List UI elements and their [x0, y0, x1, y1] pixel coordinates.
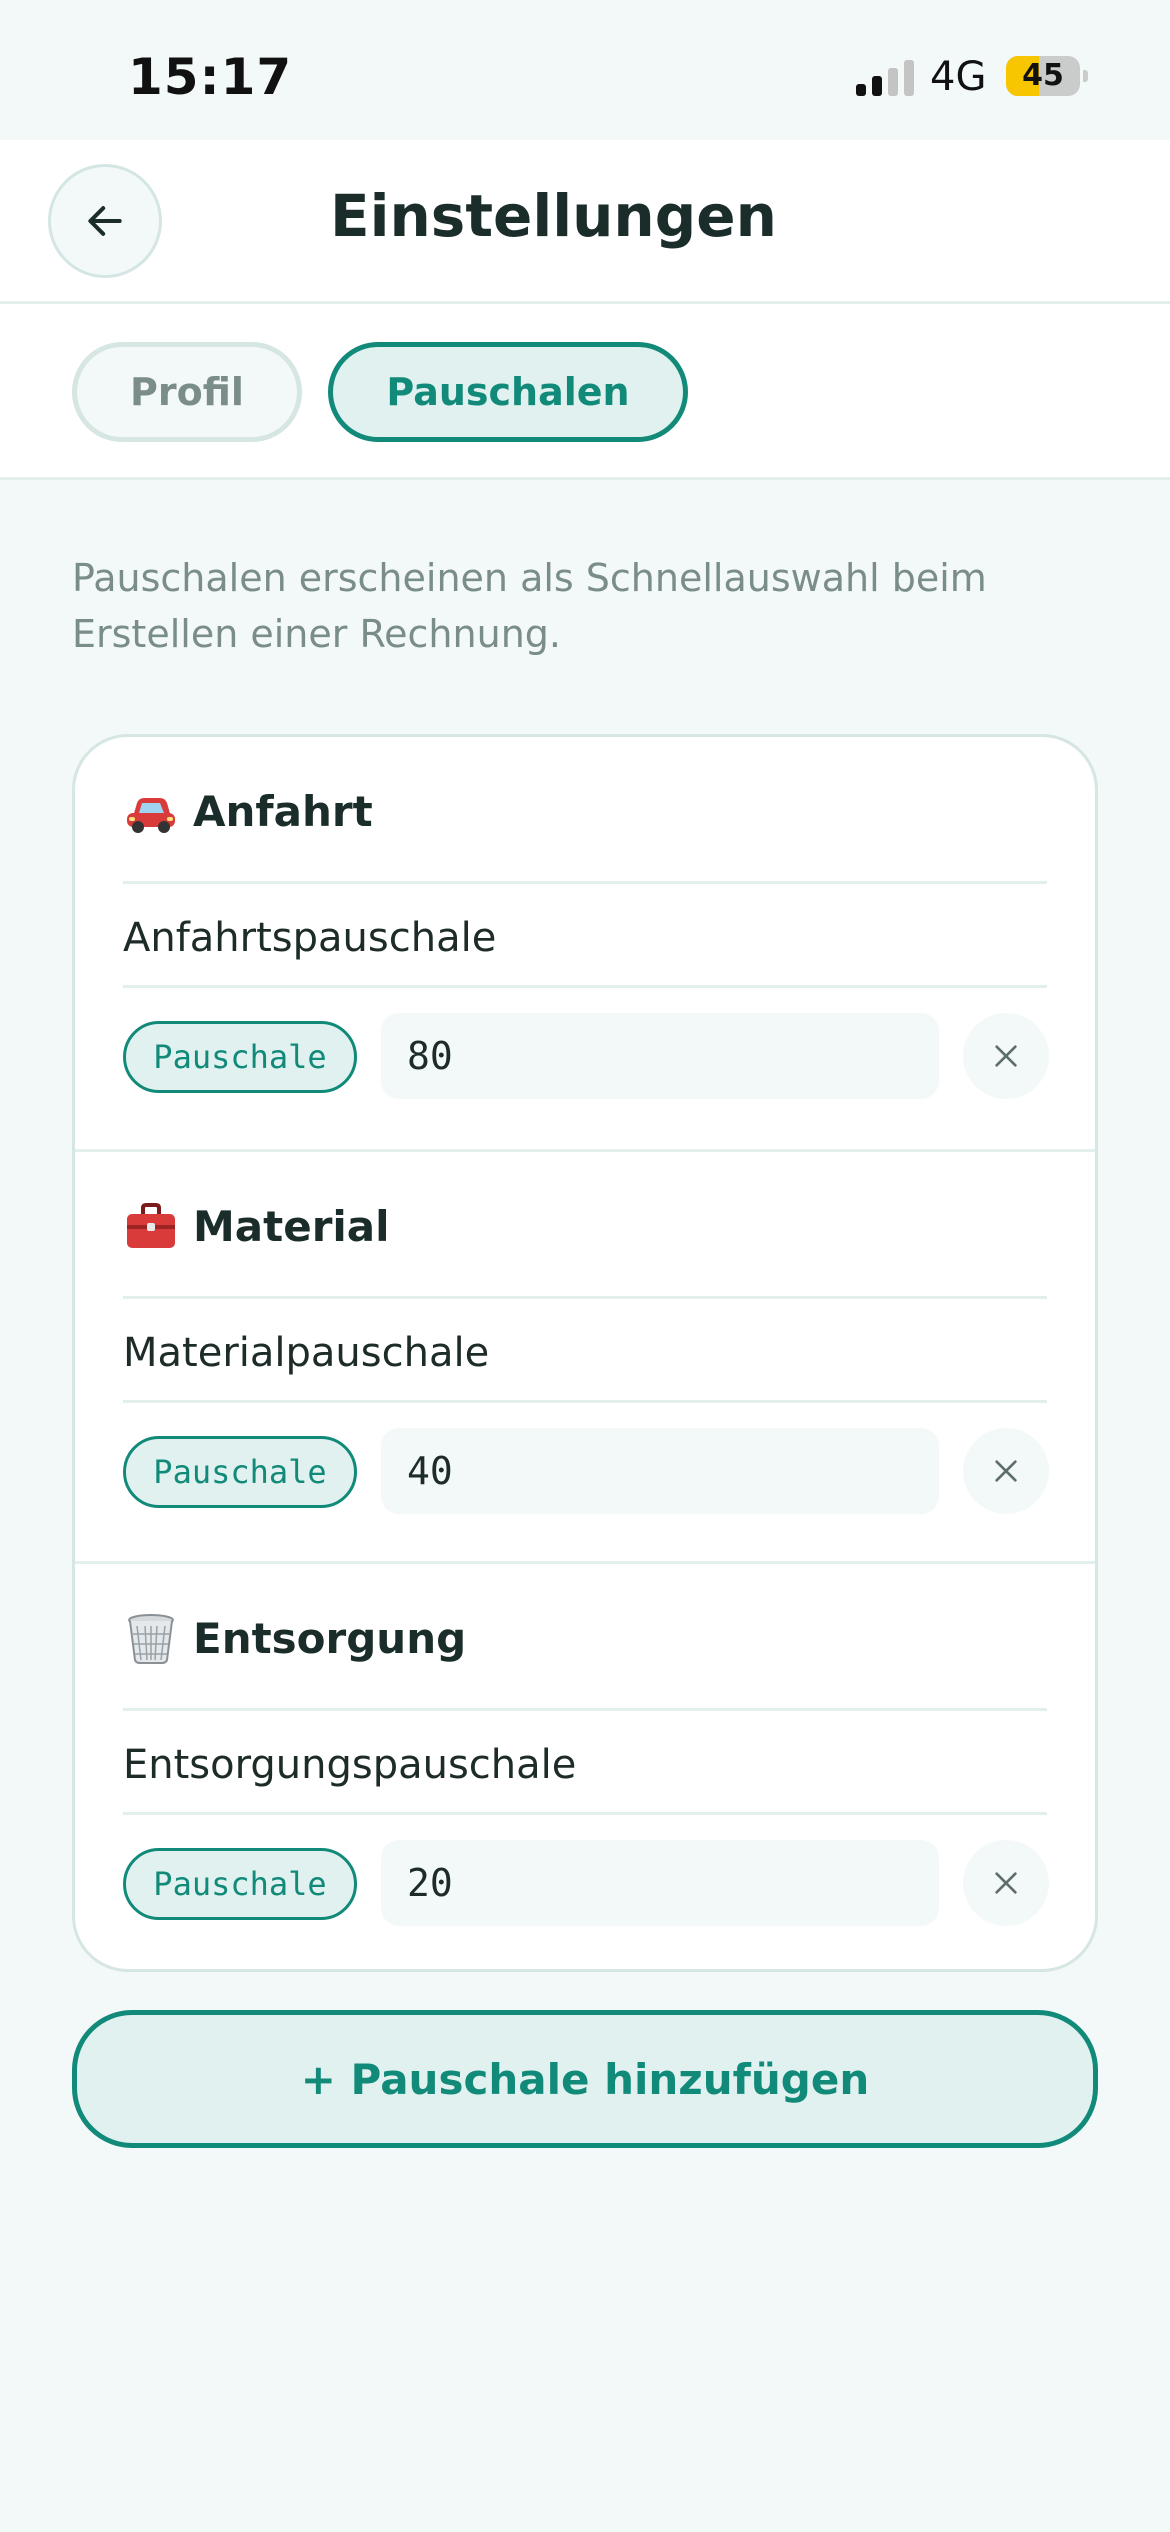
intro-text: Pauschalen erscheinen als Schnellauswahl… [72, 556, 987, 656]
page-title: Einstellungen [330, 182, 777, 250]
type-badge[interactable]: Pauschale [123, 1021, 357, 1093]
flat-rate-item: Entsorgung Entsorgungspauschale Pauschal… [75, 1561, 1095, 1969]
tab-pauschalen[interactable]: Pauschalen [328, 342, 688, 442]
divider [123, 985, 1047, 988]
remove-button[interactable] [963, 1013, 1049, 1099]
tab-profil[interactable]: Profil [72, 342, 302, 442]
battery-level: 45 [1022, 58, 1064, 93]
amount-input[interactable] [381, 1840, 939, 1926]
network-type: 4G [930, 54, 987, 100]
divider [123, 1296, 1047, 1299]
amount-input[interactable] [381, 1428, 939, 1514]
car-icon [127, 798, 175, 833]
item-name[interactable]: Materialpauschale [123, 1330, 489, 1376]
toolbox-icon [127, 1203, 175, 1248]
type-badge[interactable]: Pauschale [123, 1436, 357, 1508]
item-category: Anfahrt [193, 786, 373, 836]
close-icon [995, 1045, 1017, 1067]
item-name[interactable]: Entsorgungspauschale [123, 1742, 576, 1788]
status-time: 15:17 [128, 48, 293, 106]
battery-icon: 45 [1006, 56, 1088, 96]
arrow-left-icon [88, 206, 122, 236]
back-button[interactable] [48, 164, 162, 278]
add-flat-rate-button[interactable]: + Pauschale hinzufügen [72, 2010, 1098, 2148]
type-badge[interactable]: Pauschale [123, 1848, 357, 1920]
status-bar: 15:17 4G 45 [0, 0, 1170, 140]
divider [123, 881, 1047, 884]
remove-button[interactable] [963, 1428, 1049, 1514]
wastebasket-icon [128, 1614, 174, 1664]
item-category: Entsorgung [193, 1613, 467, 1663]
close-icon [995, 1872, 1017, 1894]
item-category: Material [193, 1201, 390, 1251]
flat-rate-item: Anfahrt Anfahrtspauschale Pauschale [75, 737, 1095, 1149]
cellular-signal-icon [856, 60, 914, 96]
flat-rates-card: Anfahrt Anfahrtspauschale Pauschale Mate… [72, 734, 1098, 1972]
item-name[interactable]: Anfahrtspauschale [123, 915, 496, 961]
flat-rate-item: Material Materialpauschale Pauschale [75, 1149, 1095, 1561]
remove-button[interactable] [963, 1840, 1049, 1926]
close-icon [995, 1460, 1017, 1482]
divider [123, 1708, 1047, 1711]
divider [123, 1812, 1047, 1815]
amount-input[interactable] [381, 1013, 939, 1099]
app-header: Einstellungen [0, 140, 1170, 304]
divider [123, 1400, 1047, 1403]
tab-bar: Profil Pauschalen [0, 304, 1170, 480]
